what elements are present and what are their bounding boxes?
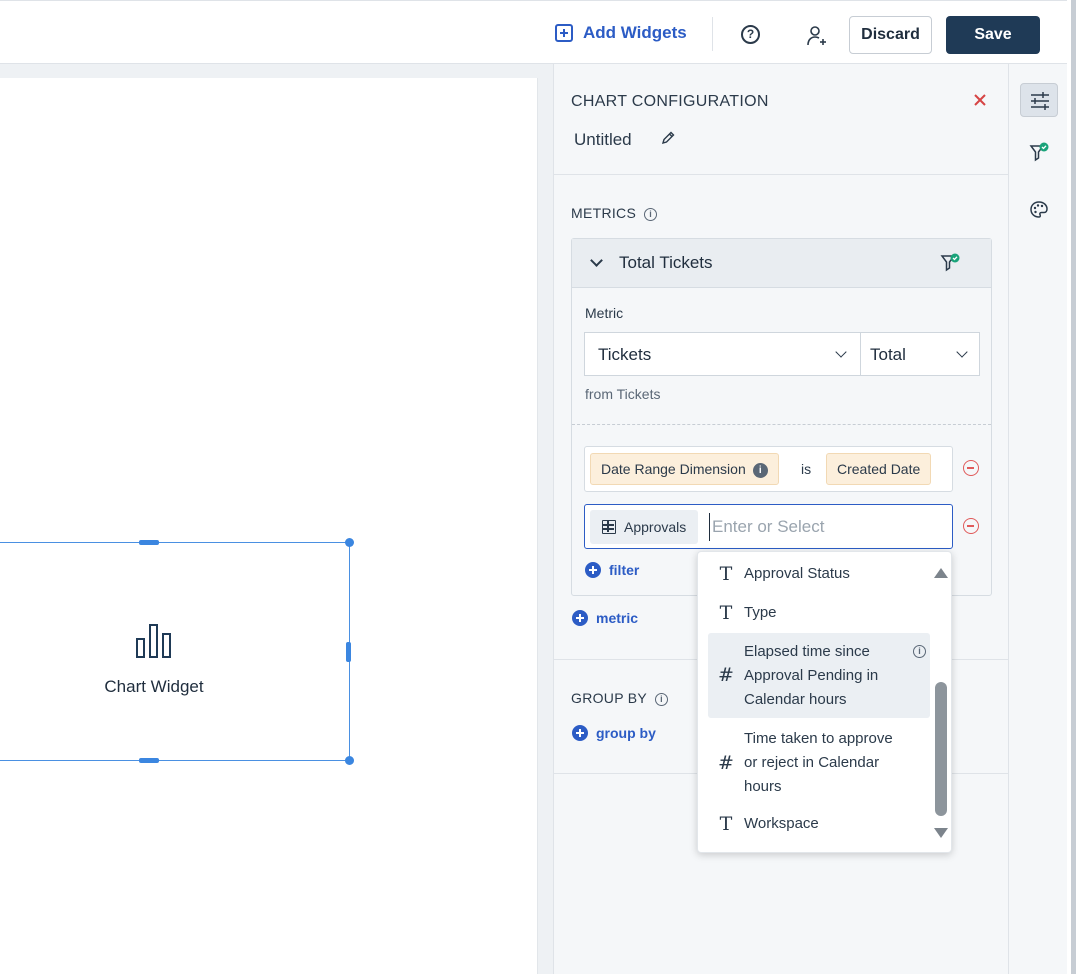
add-user-icon[interactable] [806, 25, 826, 47]
add-metric-label: metric [596, 610, 639, 626]
resize-handle-top-right[interactable] [345, 538, 354, 547]
plus-circle-icon [585, 562, 601, 578]
plus-circle-icon [572, 725, 588, 741]
chevron-down-icon [835, 346, 847, 358]
plus-square-icon [555, 24, 573, 42]
plus-circle-icon [572, 610, 588, 626]
entity-chip[interactable]: Approvals [590, 510, 699, 544]
aggregation-select[interactable]: Total [860, 332, 980, 376]
condition-value-input[interactable] [709, 513, 939, 541]
filter-check-icon [1029, 142, 1049, 162]
number-type-icon: # [718, 752, 734, 774]
chart-widget-label: Chart Widget [104, 677, 204, 696]
section-divider [554, 174, 1009, 175]
group-by-label: GROUP BY [571, 690, 648, 706]
metrics-section-label: METRICS i [571, 205, 658, 221]
value-chip-label: Created Date [837, 461, 921, 477]
dropdown-option[interactable]: T Approval Status [708, 562, 930, 588]
dropdown-option-label: Elapsed time since Approval Pending in C… [744, 643, 879, 708]
metric-field-label: Metric [585, 305, 624, 321]
dropdown-option-label: Time taken to approve or reject in Calen… [744, 730, 893, 795]
filters-button[interactable] [1020, 136, 1058, 170]
metric-header[interactable]: Total Tickets [572, 239, 991, 288]
metrics-label: METRICS [571, 205, 637, 221]
entity-chip-label: Approvals [624, 519, 687, 535]
dropdown-option[interactable]: T Workspace [708, 812, 930, 838]
dropdown-option[interactable]: # Time taken to approve or reject in Cal… [708, 725, 930, 805]
dimension-chip[interactable]: Date Range Dimension i [590, 453, 779, 485]
chart-widget[interactable]: Chart Widget [0, 538, 354, 765]
right-tool-rail [1008, 64, 1067, 974]
number-type-icon: # [718, 664, 734, 686]
scroll-thumb[interactable] [935, 682, 947, 816]
discard-button[interactable]: Discard [849, 16, 932, 54]
dropdown-option-label: Approval Status [744, 565, 850, 582]
window-scrollbar-track[interactable] [1071, 0, 1076, 974]
text-type-icon: T [719, 563, 733, 585]
text-type-icon: T [719, 813, 733, 835]
group-by-section-label: GROUP BY i [571, 690, 669, 706]
help-icon[interactable]: ? [741, 25, 760, 44]
metric-card: Total Tickets Metric Tickets Total from … [571, 238, 992, 596]
value-chip[interactable]: Created Date [826, 453, 932, 485]
table-icon [602, 520, 616, 534]
condition-operator: is [801, 461, 812, 477]
filter-check-icon[interactable] [940, 253, 960, 273]
palette-icon [1030, 201, 1048, 218]
info-icon[interactable]: i [655, 692, 669, 706]
close-icon[interactable] [972, 92, 988, 108]
metric-name: Total Tickets [619, 253, 713, 272]
remove-condition-icon[interactable] [963, 518, 979, 534]
pencil-icon[interactable] [660, 130, 676, 146]
dropdown-option-hovered[interactable]: # Elapsed time since Approval Pending in… [708, 633, 930, 718]
info-icon[interactable]: i [752, 462, 768, 478]
chevron-down-icon[interactable] [590, 254, 603, 267]
aggregation-select-value: Total [870, 345, 906, 364]
panel-title: CHART CONFIGURATION [571, 93, 769, 110]
add-filter-label: filter [609, 562, 640, 578]
scroll-down-arrow-icon[interactable] [934, 828, 948, 838]
dropdown-option[interactable]: T Type [708, 601, 930, 627]
field-options-dropdown: T Approval Status T Type # Elapsed time … [697, 551, 952, 853]
top-toolbar: Add Widgets ? Discard Save [0, 0, 1067, 64]
metric-select[interactable]: Tickets [584, 332, 861, 376]
info-icon[interactable]: i [644, 207, 658, 221]
dashed-divider [572, 424, 991, 425]
dimension-chip-label: Date Range Dimension [601, 461, 746, 477]
text-type-icon: T [719, 602, 733, 624]
toolbar-divider [712, 17, 713, 51]
filter-condition-row-active: Approvals [584, 504, 953, 549]
metric-source-text: from Tickets [585, 386, 661, 402]
appearance-button[interactable] [1020, 193, 1058, 227]
add-metric-button[interactable]: metric [572, 610, 638, 626]
dashboard-canvas: Chart Widget [0, 78, 538, 974]
resize-handle-bottom[interactable] [139, 758, 159, 763]
settings-sliders-button[interactable] [1020, 83, 1058, 117]
add-widgets-label: Add Widgets [583, 23, 687, 42]
remove-condition-icon[interactable] [963, 460, 979, 476]
metric-select-value: Tickets [598, 345, 652, 364]
filter-condition-row: Date Range Dimension i is Created Date [584, 446, 953, 492]
add-filter-button[interactable]: filter [585, 562, 639, 578]
save-button[interactable]: Save [946, 16, 1040, 54]
chart-name: Untitled [574, 130, 632, 149]
scroll-up-arrow-icon[interactable] [934, 568, 948, 578]
dropdown-option-label: Workspace [744, 815, 819, 832]
window-scrollbar[interactable] [1067, 0, 1089, 974]
add-group-by-button[interactable]: group by [572, 725, 656, 741]
resize-handle-top[interactable] [139, 540, 159, 545]
chevron-down-icon [956, 346, 968, 358]
resize-handle-bottom-right[interactable] [345, 756, 354, 765]
resize-handle-right[interactable] [346, 642, 351, 662]
info-icon[interactable]: i [913, 645, 926, 658]
add-group-by-label: group by [596, 725, 656, 741]
add-widgets-button[interactable]: Add Widgets [555, 23, 687, 43]
dropdown-scrollbar[interactable] [934, 564, 948, 844]
dropdown-option-label: Type [744, 604, 777, 621]
bar-chart-icon [136, 624, 171, 658]
sliders-icon [1031, 92, 1049, 110]
